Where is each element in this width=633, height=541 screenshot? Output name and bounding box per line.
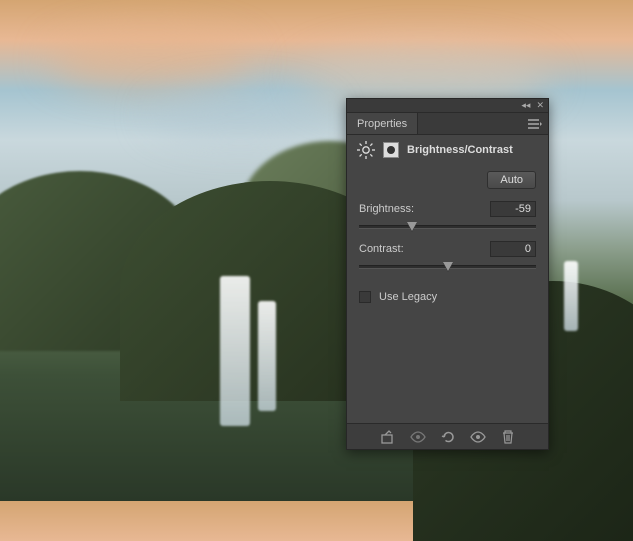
panel-menu-icon[interactable] (522, 113, 548, 134)
panel-footer (347, 423, 548, 449)
contrast-slider[interactable] (359, 259, 536, 273)
tab-row: Properties (347, 113, 548, 135)
legacy-label: Use Legacy (379, 291, 437, 303)
clip-to-layer-icon[interactable] (380, 429, 396, 445)
panel-titlebar[interactable]: ◂◂ ✕ (347, 99, 548, 113)
adjustment-header: Brightness/Contrast (347, 135, 548, 165)
properties-panel: ◂◂ ✕ Properties Brightness/Contrast Auto… (346, 98, 549, 450)
legacy-checkbox[interactable] (359, 291, 371, 303)
brightness-label: Brightness: (359, 203, 414, 215)
brightness-thumb[interactable] (407, 222, 417, 231)
contrast-value[interactable] (490, 241, 536, 257)
layer-mask-icon (383, 142, 399, 158)
brightness-slider[interactable] (359, 219, 536, 233)
toggle-visibility-icon[interactable] (470, 429, 486, 445)
brightness-value[interactable] (490, 201, 536, 217)
reset-icon[interactable] (440, 429, 456, 445)
brightness-icon (357, 141, 375, 159)
collapse-icon[interactable]: ◂◂ (521, 101, 530, 110)
close-icon[interactable]: ✕ (536, 101, 544, 110)
contrast-label: Contrast: (359, 243, 404, 255)
view-previous-icon[interactable] (410, 429, 426, 445)
contrast-thumb[interactable] (443, 262, 453, 271)
adjustment-name: Brightness/Contrast (407, 144, 513, 156)
tab-properties[interactable]: Properties (347, 113, 418, 134)
auto-button[interactable]: Auto (487, 171, 536, 189)
delete-icon[interactable] (500, 429, 516, 445)
